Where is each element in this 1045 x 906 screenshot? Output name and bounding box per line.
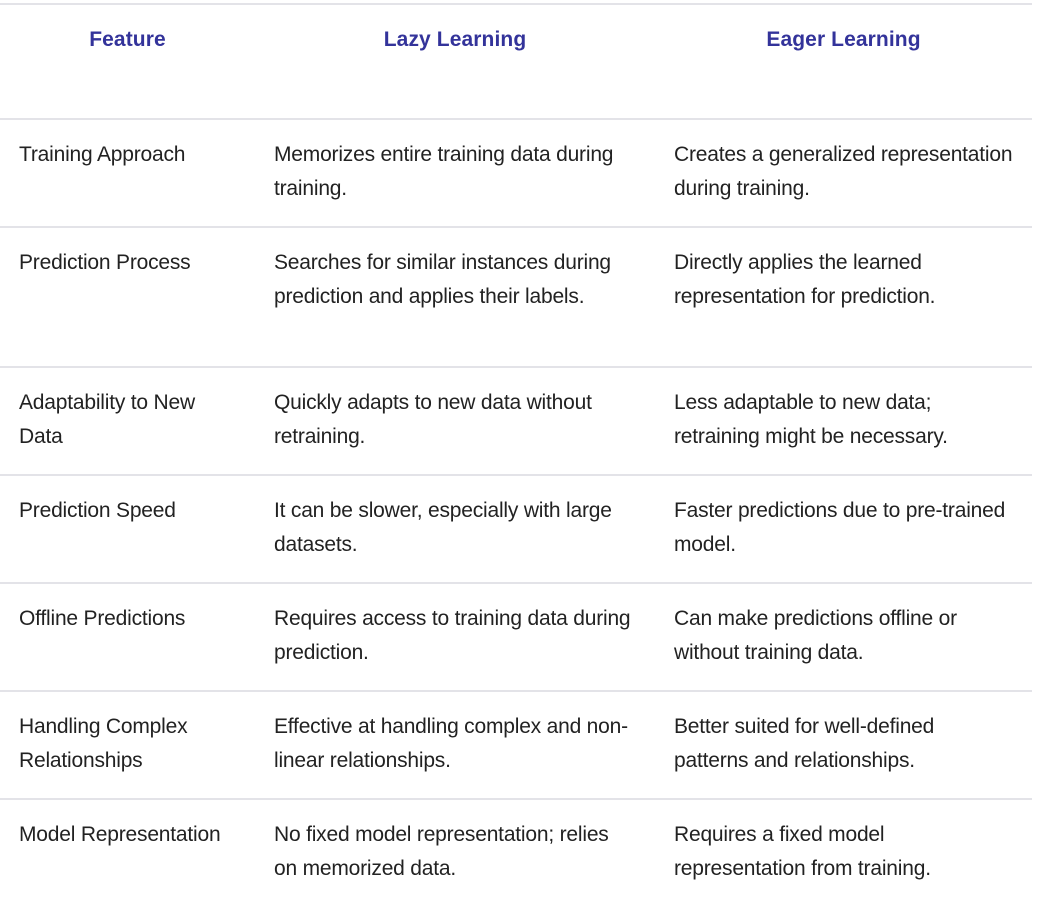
cell-lazy: Effective at handling complex and non-li… bbox=[274, 715, 628, 772]
cell-lazy: Memorizes entire training data during tr… bbox=[274, 143, 614, 200]
header-eager-learning: Eager Learning bbox=[766, 28, 921, 51]
comparison-table-container: Feature Lazy Learning Eager Learning Tra… bbox=[0, 3, 1032, 906]
table-row: Handling Complex Relationships Effective… bbox=[0, 691, 1032, 799]
cell-lazy: Searches for similar instances during pr… bbox=[274, 251, 611, 308]
table-header: Feature Lazy Learning Eager Learning bbox=[0, 4, 1032, 119]
table-row: Adaptability to New Data Quickly adapts … bbox=[0, 367, 1032, 475]
cell-eager: Faster predictions due to pre-trained mo… bbox=[674, 499, 1006, 556]
header-feature: Feature bbox=[89, 28, 166, 51]
header-lazy-learning: Lazy Learning bbox=[383, 28, 527, 51]
cell-eager: Creates a generalized representation dur… bbox=[674, 143, 1013, 200]
cell-feature: Prediction Process bbox=[19, 251, 191, 274]
table-row: Prediction Process Searches for similar … bbox=[0, 227, 1032, 367]
cell-feature: Adaptability to New Data bbox=[19, 391, 195, 448]
header-row: Feature Lazy Learning Eager Learning bbox=[0, 4, 1032, 119]
table-row: Prediction Speed It can be slower, espec… bbox=[0, 475, 1032, 583]
cell-feature: Handling Complex Relationships bbox=[19, 715, 188, 772]
table-row: Training Approach Memorizes entire train… bbox=[0, 119, 1032, 227]
cell-eager: Better suited for well-defined patterns … bbox=[674, 715, 935, 772]
table-row: Offline Predictions Requires access to t… bbox=[0, 583, 1032, 691]
cell-lazy: It can be slower, especially with large … bbox=[274, 499, 612, 556]
cell-feature: Prediction Speed bbox=[19, 499, 176, 522]
cell-lazy: Quickly adapts to new data without retra… bbox=[274, 391, 592, 448]
cell-eager: Requires a fixed model representation fr… bbox=[674, 823, 931, 880]
comparison-table: Feature Lazy Learning Eager Learning Tra… bbox=[0, 3, 1032, 906]
cell-feature: Training Approach bbox=[19, 143, 186, 166]
cell-eager: Directly applies the learned representat… bbox=[674, 251, 936, 308]
table-row: Model Representation No fixed model repr… bbox=[0, 799, 1032, 906]
cell-lazy: Requires access to training data during … bbox=[274, 607, 631, 664]
cell-eager: Less adaptable to new data; retraining m… bbox=[674, 391, 948, 448]
cell-feature: Model Representation bbox=[19, 823, 221, 846]
cell-eager: Can make predictions offline or without … bbox=[674, 607, 957, 664]
cell-feature: Offline Predictions bbox=[19, 607, 186, 630]
table-body: Training Approach Memorizes entire train… bbox=[0, 119, 1032, 906]
cell-lazy: No fixed model representation; relies on… bbox=[274, 823, 609, 880]
